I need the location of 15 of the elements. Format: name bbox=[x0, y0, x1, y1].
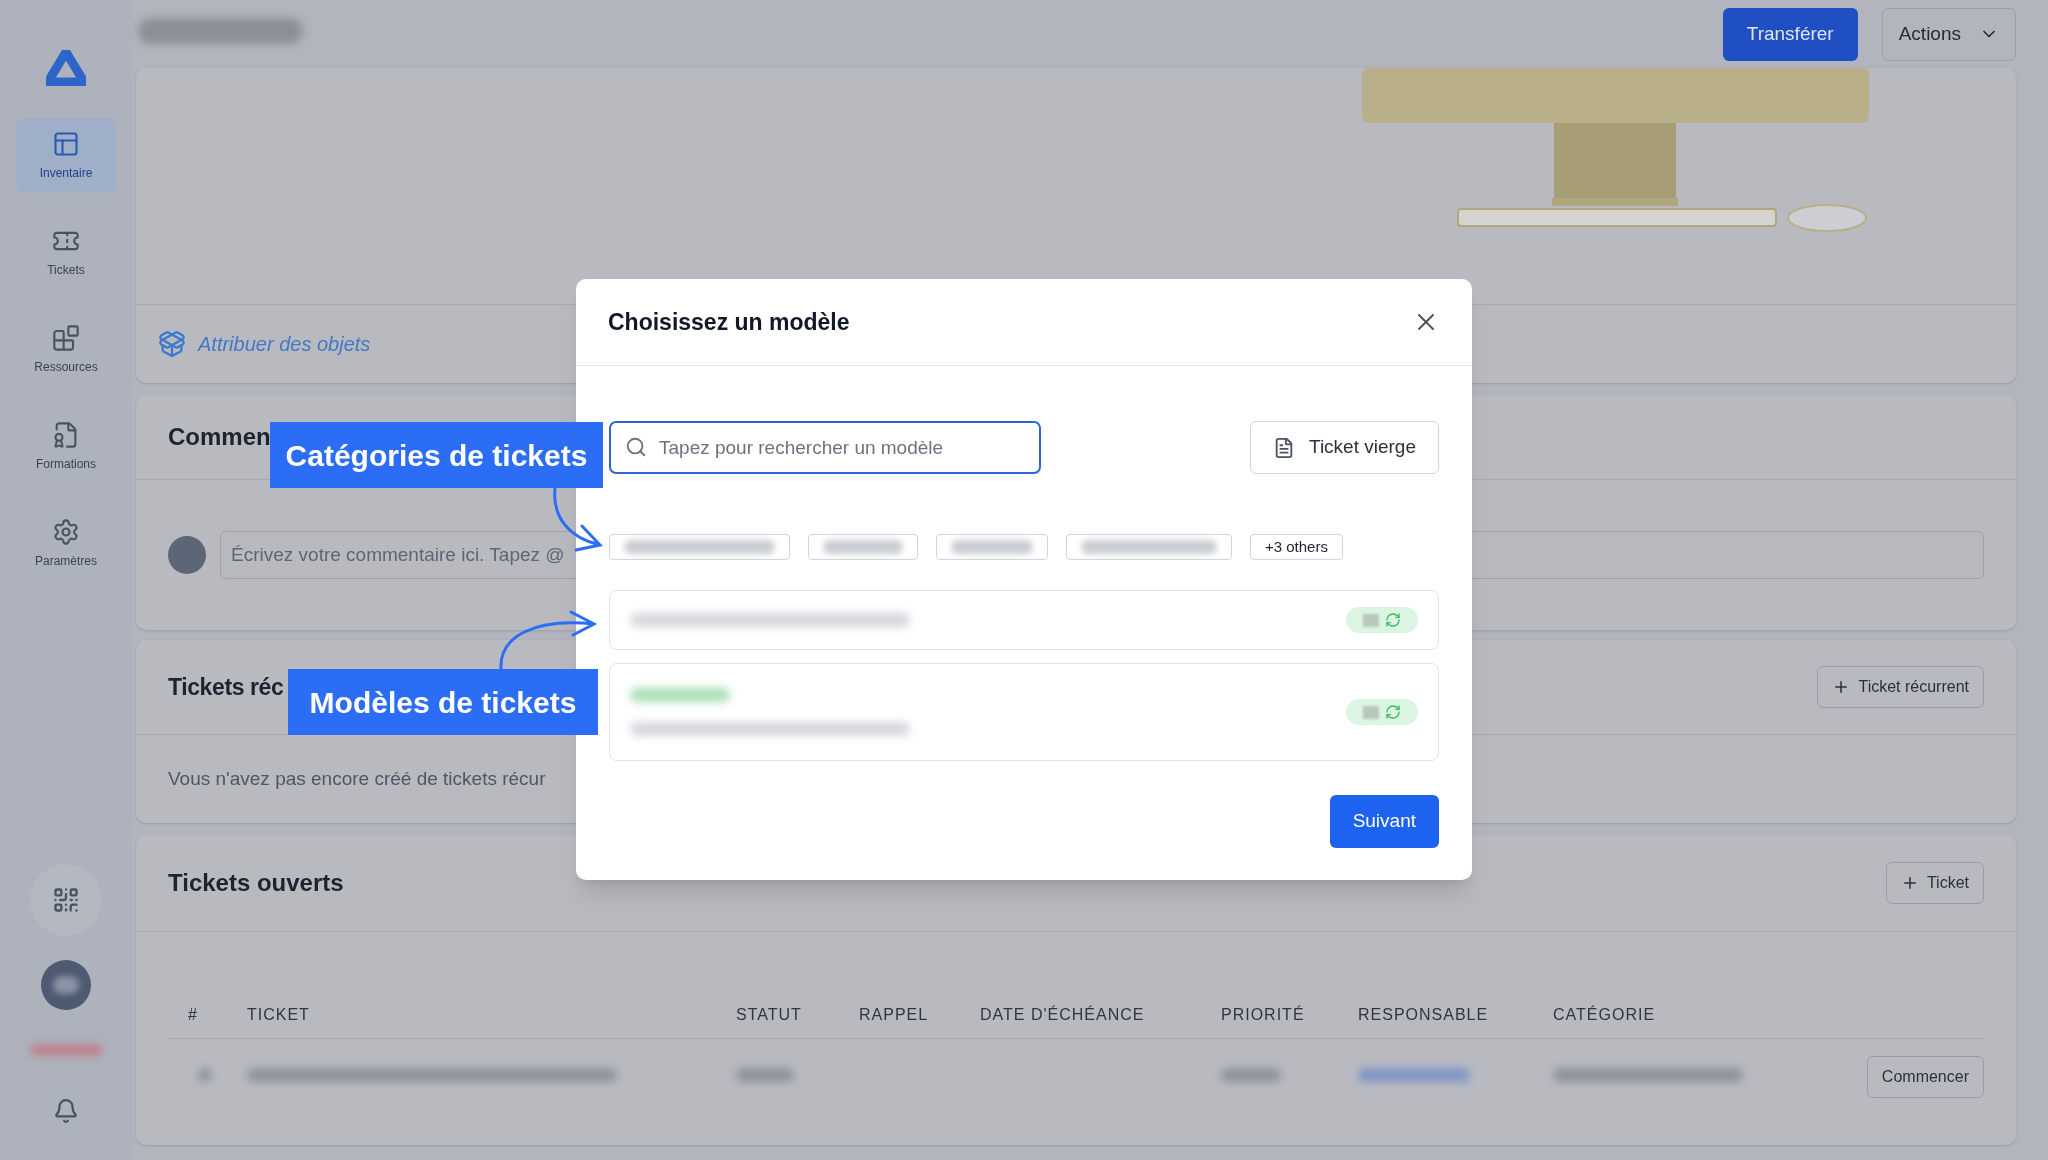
column-header: PRIORITÉ bbox=[1221, 1004, 1305, 1025]
section-title: Tickets ouverts bbox=[168, 868, 344, 898]
annotation-label: Modèles de tickets bbox=[288, 669, 598, 735]
annotation-label: Catégories de tickets bbox=[270, 422, 603, 488]
modal-title: Choisissez un modèle bbox=[608, 307, 850, 337]
column-header: CATÉGORIE bbox=[1553, 1004, 1656, 1025]
empty-message: Vous n'avez pas encore créé de tickets récur bbox=[168, 766, 546, 791]
section-title: Commen bbox=[168, 422, 271, 452]
column-header: RAPPEL bbox=[859, 1005, 929, 1025]
column-header: STATUT bbox=[736, 1005, 802, 1025]
column-header: DATE D'ÉCHÉANCE bbox=[980, 1004, 1145, 1025]
column-header: RESPONSABLE bbox=[1358, 1005, 1489, 1025]
column-header: TICKET bbox=[247, 1005, 310, 1025]
column-header: # bbox=[188, 1005, 198, 1025]
section-title: Tickets réc bbox=[168, 672, 284, 702]
